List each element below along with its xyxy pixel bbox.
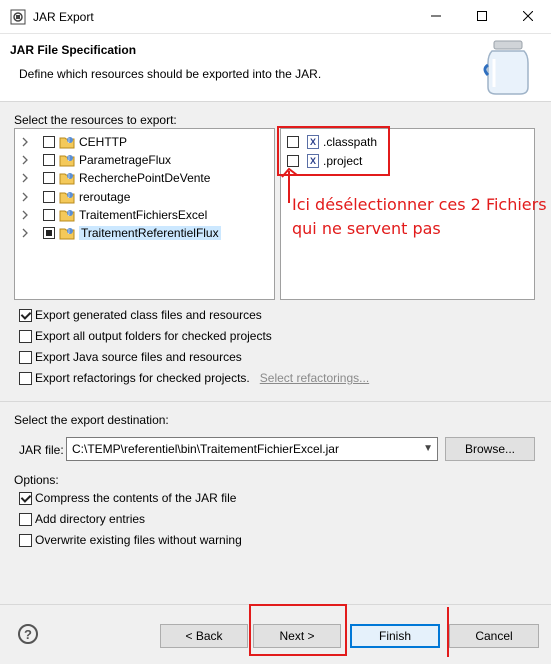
browse-button[interactable]: Browse...: [445, 437, 535, 461]
finish-button[interactable]: Finish: [350, 624, 440, 648]
jar-option-checkbox[interactable]: [19, 533, 32, 547]
tree-item[interactable]: J TraitementFichiersExcel: [15, 206, 207, 224]
title-bar: JAR Export: [0, 0, 551, 34]
page-description: Define which resources should be exporte…: [19, 67, 322, 81]
options-label: Options:: [14, 473, 59, 487]
annotation-highlight-next: [249, 604, 347, 656]
tree-item-label: TraitementFichiersExcel: [79, 207, 208, 222]
svg-text:J: J: [67, 156, 69, 162]
jar-option-checkbox[interactable]: [19, 512, 32, 526]
tree-item-label: RecherchePointDeVente: [79, 171, 211, 186]
annotation-note: Ici désélectionner ces 2 Fichiers qui ne…: [292, 193, 547, 241]
java-project-icon: J: [59, 189, 75, 205]
export-option-label: Export generated class files and resourc…: [35, 308, 262, 322]
select-refactorings-link[interactable]: Select refactorings...: [260, 371, 369, 385]
project-checkbox[interactable]: [43, 190, 55, 203]
window-title: JAR Export: [33, 10, 94, 24]
maximize-button[interactable]: [459, 0, 505, 34]
jar-option[interactable]: Add directory entries: [19, 511, 145, 527]
project-checkbox[interactable]: [43, 154, 55, 167]
tree-item[interactable]: J ParametrageFlux: [15, 151, 171, 169]
tree-item-label: reroutage: [79, 189, 131, 204]
tree-item[interactable]: Jreroutage: [15, 188, 130, 206]
svg-text:J: J: [67, 211, 69, 217]
java-project-icon: J: [59, 152, 75, 168]
jar-option-label: Overwrite existing files without warning: [35, 533, 242, 547]
resources-label: Select the resources to export:: [14, 113, 177, 127]
separator: [0, 401, 551, 402]
export-option[interactable]: Export generated class files and resourc…: [19, 307, 262, 323]
close-button[interactable]: [505, 0, 551, 34]
page-title: JAR File Specification: [10, 43, 137, 57]
annotation-mark: [447, 607, 449, 657]
java-project-icon: J: [59, 134, 75, 150]
export-option-checkbox[interactable]: [19, 350, 32, 364]
close-icon: [522, 10, 534, 24]
jar-option-label: Compress the contents of the JAR file: [35, 491, 237, 505]
tree-item[interactable]: J TraitementReferentielFlux: [15, 224, 221, 242]
jar-option[interactable]: Overwrite existing files without warning: [19, 532, 242, 548]
export-option-label: Export refactorings for checked projects…: [35, 371, 250, 385]
tree-item-label: TraitementReferentielFlux: [79, 226, 221, 240]
export-option[interactable]: Export Java source files and resources: [19, 349, 242, 365]
annotation-line-2: qui ne servent pas: [292, 219, 441, 238]
jar-file-label: JAR file:: [19, 443, 64, 457]
chevron-right-icon[interactable]: [21, 192, 33, 202]
project-checkbox[interactable]: [43, 172, 55, 185]
project-tree[interactable]: J CEHTTP J ParametrageFlux J RecherchePointDe…: [14, 128, 275, 300]
jar-option[interactable]: Compress the contents of the JAR file: [19, 490, 236, 506]
export-option-label: Export all output folders for checked pr…: [35, 329, 272, 343]
cancel-button[interactable]: Cancel: [449, 624, 539, 648]
project-checkbox[interactable]: [43, 227, 55, 239]
export-option-checkbox[interactable]: [19, 308, 32, 322]
tree-item-label: CEHTTP: [79, 135, 127, 149]
export-option[interactable]: Export all output folders for checked pr…: [19, 328, 272, 344]
chevron-right-icon[interactable]: [21, 137, 33, 147]
jar-file-combo[interactable]: ▼: [66, 437, 438, 461]
svg-text:J: J: [67, 193, 69, 199]
back-button[interactable]: < Back: [160, 624, 248, 648]
chevron-down-icon[interactable]: ▼: [423, 443, 433, 454]
jar-icon: [482, 39, 534, 100]
java-project-icon: J: [59, 207, 75, 223]
project-checkbox[interactable]: [43, 208, 55, 221]
svg-text:J: J: [67, 174, 69, 180]
chevron-right-icon[interactable]: [21, 210, 33, 220]
minimize-button[interactable]: [413, 0, 459, 34]
minimize-icon: [431, 10, 441, 24]
tree-item-label: ParametrageFlux: [79, 153, 172, 168]
jar-file-input[interactable]: [67, 442, 407, 456]
chevron-right-icon[interactable]: [21, 228, 33, 238]
java-project-icon: J: [59, 225, 75, 241]
maximize-icon: [477, 10, 487, 24]
chevron-right-icon[interactable]: [21, 173, 33, 183]
destination-label: Select the export destination:: [14, 413, 169, 427]
chevron-right-icon[interactable]: [21, 155, 33, 165]
java-project-icon: J: [59, 170, 75, 186]
export-option[interactable]: Export refactorings for checked projects…: [19, 370, 369, 386]
svg-text:J: J: [67, 229, 69, 235]
export-option-label: Export Java source files and resources: [35, 350, 242, 364]
jar-option-label: Add directory entries: [35, 512, 146, 526]
help-icon[interactable]: ?: [18, 624, 38, 644]
export-option-checkbox[interactable]: [19, 329, 32, 343]
tree-item[interactable]: J RecherchePointDeVente: [15, 169, 210, 187]
export-option-checkbox[interactable]: [19, 371, 32, 385]
tree-item[interactable]: J CEHTTP: [15, 133, 127, 151]
annotation-line-1: Ici désélectionner ces 2 Fichiers: [292, 195, 547, 214]
svg-text:J: J: [67, 138, 69, 144]
project-checkbox[interactable]: [43, 136, 55, 148]
jar-option-checkbox[interactable]: [19, 491, 32, 505]
wizard-header: JAR File Specification Define which reso…: [0, 34, 551, 102]
jar-export-icon: [10, 9, 26, 25]
